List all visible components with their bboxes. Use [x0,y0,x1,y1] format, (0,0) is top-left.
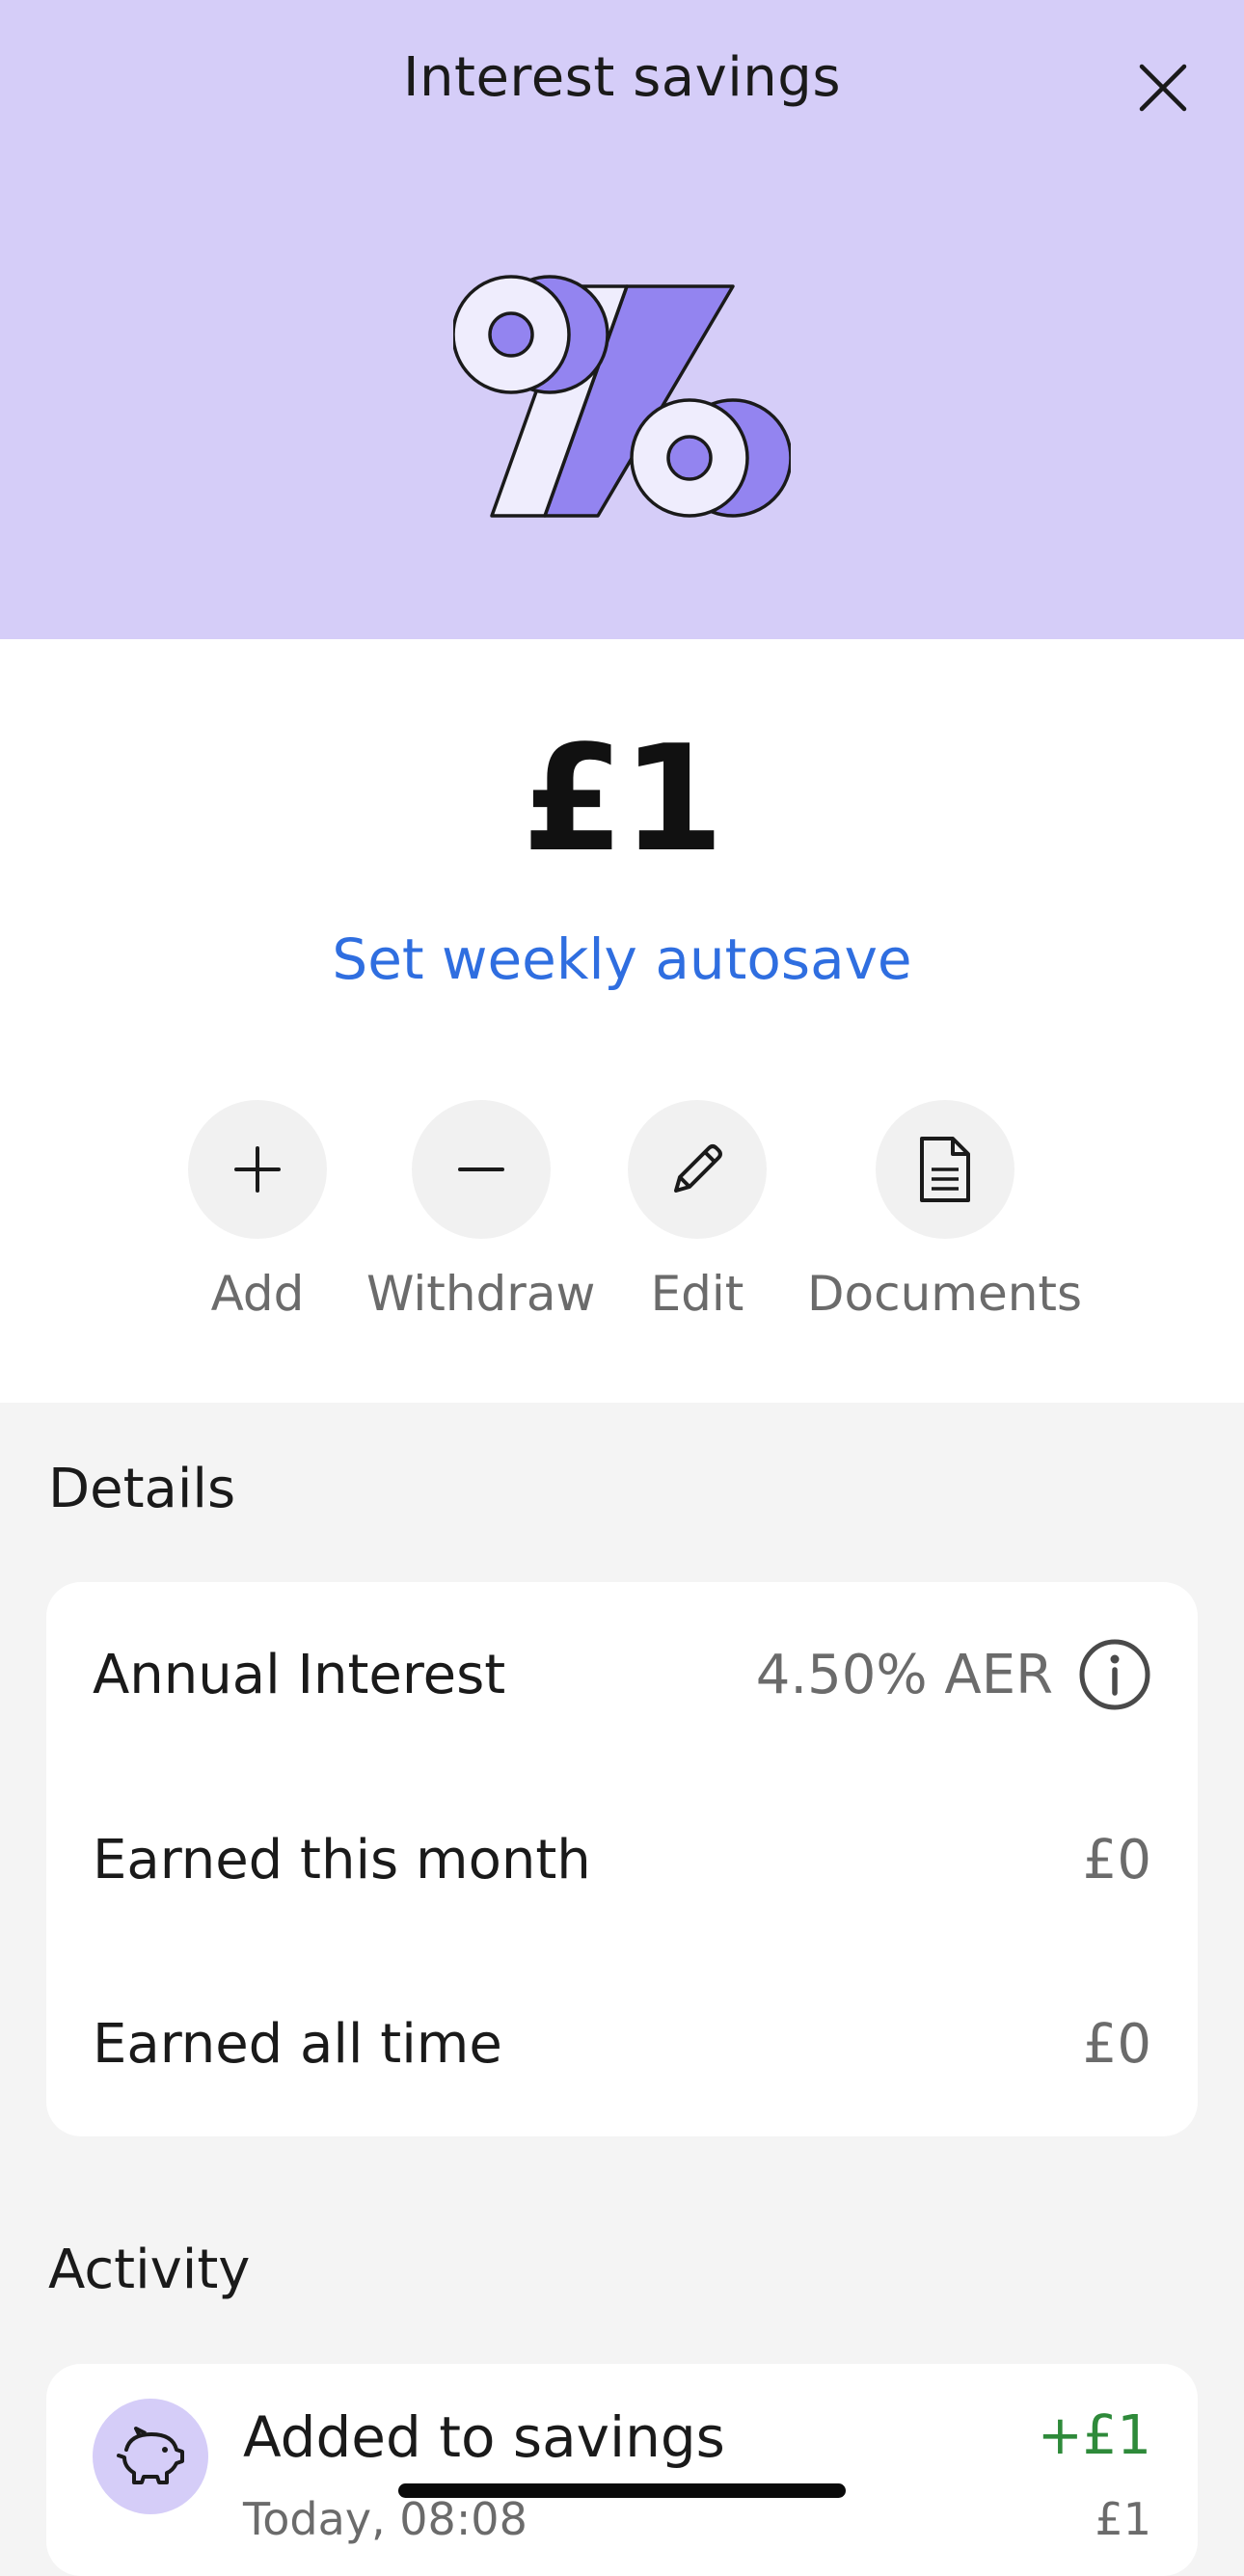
add-button[interactable]: Add [188,1100,327,1322]
interest-info-button[interactable] [1078,1638,1151,1711]
plus-icon [234,1146,281,1193]
activity-title: Added to savings [243,2404,725,2470]
earned-month-value: £0 [1082,1828,1151,1892]
annual-interest-value: 4.50% AER [755,1643,1053,1706]
annual-interest-row: Annual Interest 4.50% AER [93,1582,1151,1767]
annual-interest-label: Annual Interest [93,1643,506,1706]
withdraw-label: Withdraw [366,1266,596,1322]
activity-amount: +£1 [1037,2404,1151,2467]
activity-item[interactable]: Added to savings +£1 Today, 08:08 £1 [93,2399,1151,2545]
pencil-icon [674,1144,722,1193]
close-icon [1139,64,1187,112]
add-label: Add [210,1266,305,1322]
earned-month-label: Earned this month [93,1828,591,1892]
details-heading: Details [48,1458,236,1520]
edit-label: Edit [650,1266,744,1322]
header-banner: Interest savings [0,0,1244,639]
activity-heading: Activity [48,2239,251,2301]
minus-icon [457,1167,504,1171]
documents-button[interactable]: Documents [807,1100,1082,1322]
details-card: Annual Interest 4.50% AER Earned this mo… [46,1582,1198,2136]
annual-interest-value-group: 4.50% AER [756,1638,1151,1711]
close-button[interactable] [1128,53,1198,122]
activity-card: Added to savings +£1 Today, 08:08 £1 [46,2364,1198,2576]
percent-icon [453,275,791,518]
activity-avatar [93,2399,208,2514]
document-icon [919,1137,970,1202]
add-button-circle[interactable] [188,1100,327,1239]
documents-button-circle[interactable] [875,1100,1014,1239]
balance-panel: £1 Set weekly autosave Add Withdraw Edit [0,639,1244,1403]
earned-all-time-row: Earned all time £0 [93,1951,1151,2136]
withdraw-button[interactable]: Withdraw [366,1100,595,1322]
activity-timestamp: Today, 08:08 [243,2493,527,2545]
info-icon [1079,1639,1150,1710]
earned-all-time-value: £0 [1082,2012,1151,2076]
piggy-bank-icon [117,2427,184,2484]
activity-balance: £1 [1095,2493,1151,2545]
set-autosave-link[interactable]: Set weekly autosave [0,926,1244,992]
home-indicator[interactable] [398,2483,846,2498]
page-title: Interest savings [402,46,841,109]
earned-all-time-label: Earned all time [93,2012,502,2076]
edit-button[interactable]: Edit [628,1100,767,1322]
balance-amount: £1 [522,713,724,884]
documents-label: Documents [807,1266,1083,1322]
withdraw-button-circle[interactable] [411,1100,551,1239]
edit-button-circle[interactable] [628,1100,767,1239]
earned-month-row: Earned this month £0 [93,1767,1151,1952]
